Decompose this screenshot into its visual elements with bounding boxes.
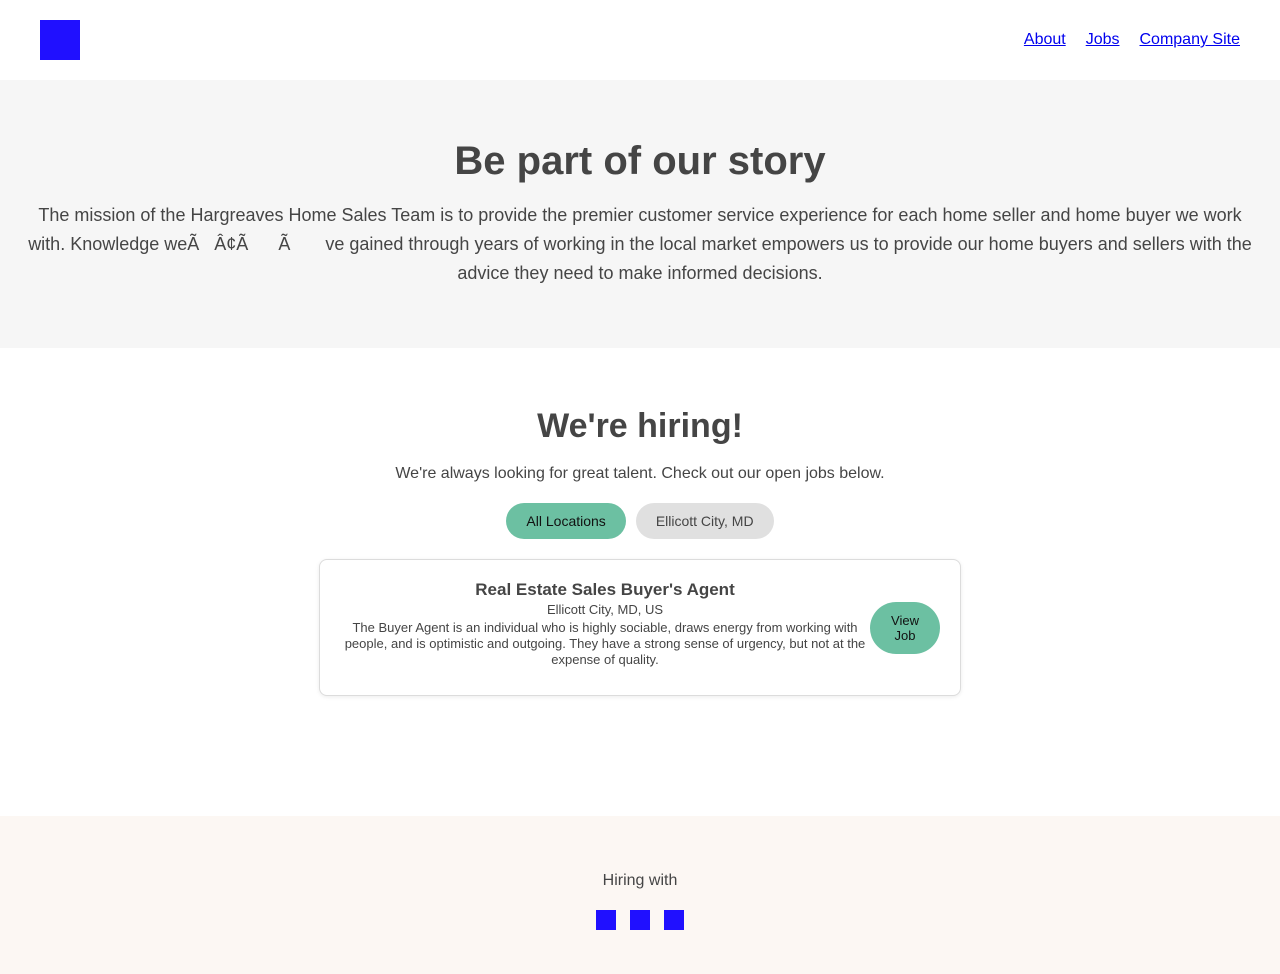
hiring-section: We're hiring! We're always looking for g… <box>0 348 1280 816</box>
hiring-title: We're hiring! <box>537 407 743 445</box>
site-footer: Hiring with <box>0 816 1280 974</box>
nav-link-jobs[interactable]: Jobs <box>1086 30 1120 49</box>
job-title: Real Estate Sales Buyer's Agent <box>475 580 735 599</box>
hero-title: Be part of our story <box>454 139 826 183</box>
social-icon-3[interactable] <box>664 910 684 930</box>
filter-all-locations[interactable]: All Locations <box>506 503 626 539</box>
filter-ellicott-city[interactable]: Ellicott City, MD <box>635 503 774 539</box>
hiring-with-label: Hiring with <box>602 872 678 889</box>
social-icon-1[interactable] <box>596 910 616 930</box>
social-icon-2[interactable] <box>630 910 650 930</box>
job-card: Real Estate Sales Buyer's Agent Ellicott… <box>319 559 961 696</box>
hiring-subtitle: We're always looking for great talent. C… <box>395 465 885 482</box>
nav-link-company-site[interactable]: Company Site <box>1140 30 1241 49</box>
hero-section: Be part of our story The mission of the … <box>0 80 1280 348</box>
location-filters: All Locations Ellicott City, MD <box>0 503 1280 539</box>
top-nav: About Jobs Company Site <box>1024 30 1240 49</box>
job-info: Real Estate Sales Buyer's Agent Ellicott… <box>340 580 870 668</box>
company-logo[interactable] <box>40 20 80 60</box>
job-description: The Buyer Agent is an individual who is … <box>344 620 866 667</box>
view-job-button[interactable]: View Job <box>870 602 940 654</box>
site-header: About Jobs Company Site <box>0 0 1280 80</box>
job-location: Ellicott City, MD, US <box>546 602 664 617</box>
nav-link-about[interactable]: About <box>1024 30 1066 49</box>
hero-description: The mission of the Hargreaves Home Sales… <box>28 205 1252 283</box>
social-links <box>0 910 1280 930</box>
